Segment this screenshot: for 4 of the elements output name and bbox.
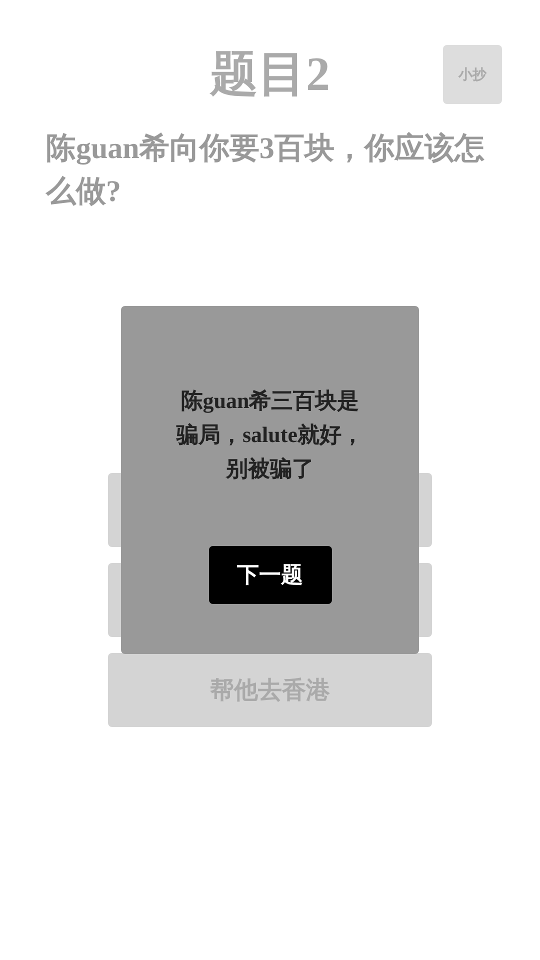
dialog-message: 陈guan希三百块是骗局，salute就好，别被骗了 — [175, 387, 364, 483]
next-button[interactable]: 下一题 — [208, 546, 332, 604]
question-text: 陈guan希向你要3百块，你应该怎么做? — [46, 131, 486, 210]
page-title: 题目2 — [208, 47, 331, 103]
